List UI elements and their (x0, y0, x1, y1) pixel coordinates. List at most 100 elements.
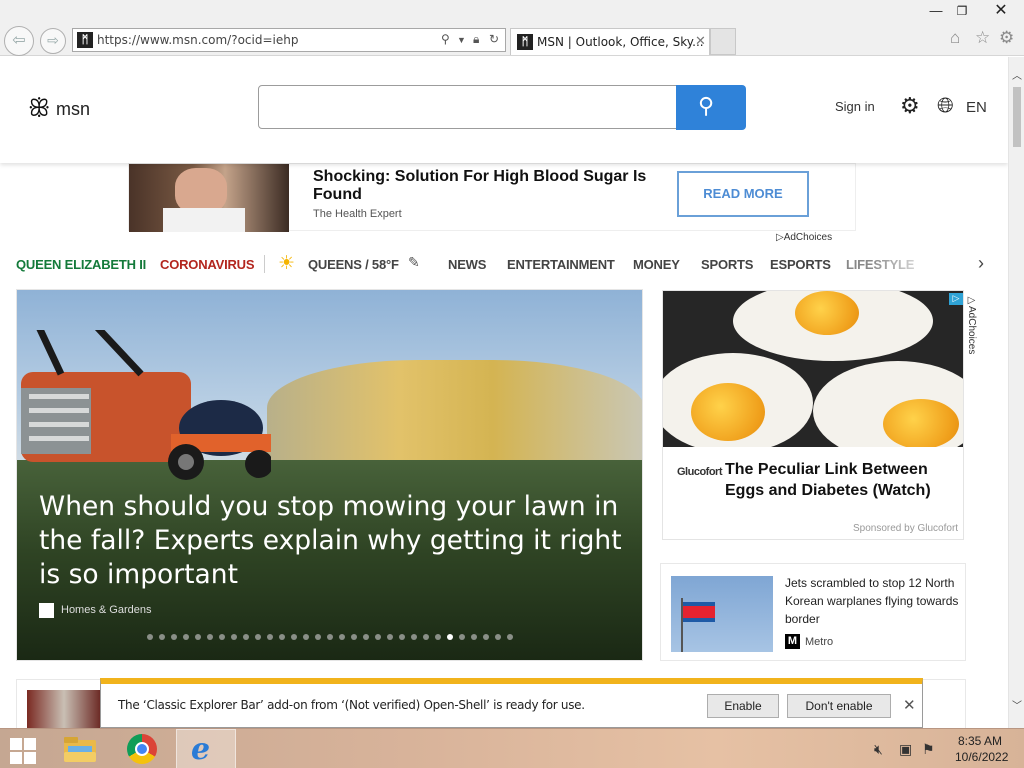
dont-enable-button[interactable]: Don't enable (787, 694, 891, 718)
addon-notification-bar: The ‘Classic Explorer Bar’ add-on from ‘… (100, 678, 923, 728)
enable-button[interactable]: Enable (707, 694, 779, 718)
carousel-dot[interactable] (423, 634, 429, 640)
nav-item-sports[interactable]: SPORTS (701, 257, 753, 272)
globe-icon[interactable]: 🌐︎ (937, 94, 954, 118)
carousel-dot[interactable] (411, 634, 417, 640)
ad-image[interactable] (129, 164, 289, 232)
chevron-right-icon[interactable]: › (978, 253, 984, 274)
scroll-up-icon[interactable]: ︿ (1012, 67, 1022, 82)
close-icon[interactable]: ✕ (903, 696, 916, 714)
carousel-dot[interactable] (279, 634, 285, 640)
news-card[interactable]: Jets scrambled to stop 12 North Korean w… (660, 563, 966, 661)
carousel-dot[interactable] (291, 634, 297, 640)
nav-item-money[interactable]: MONEY (633, 257, 680, 272)
nav-item-entertainment[interactable]: ENTERTAINMENT (507, 257, 615, 272)
side-ad[interactable]: ▷ Glucofort The Peculiar Link Between Eg… (662, 290, 964, 540)
search-icon[interactable]: ⚲ (441, 32, 450, 46)
news-thumbnail[interactable] (671, 576, 773, 652)
carousel-dot[interactable] (483, 634, 489, 640)
carousel-dot[interactable] (339, 634, 345, 640)
ad-info-icon[interactable]: ▷ (949, 293, 963, 305)
search-button[interactable]: ⚲ (676, 85, 746, 130)
tab-msn[interactable]: ᛗ MSN | Outlook, Office, Sky... ✕ (510, 28, 710, 55)
home-icon[interactable]: ⌂ (950, 28, 960, 48)
forward-button[interactable]: ⇨ (40, 28, 66, 54)
carousel-dot[interactable] (459, 634, 465, 640)
tab-close-icon[interactable]: ✕ (695, 33, 706, 49)
hero-headline[interactable]: When should you stop mowing your lawn in… (39, 490, 624, 592)
carousel-dot[interactable] (351, 634, 357, 640)
hero-carousel[interactable]: When should you stop mowing your lawn in… (16, 289, 643, 661)
carousel-dot[interactable] (183, 634, 189, 640)
carousel-dot[interactable] (471, 634, 477, 640)
tools-gear-icon[interactable]: ⚙ (999, 28, 1014, 48)
carousel-dot[interactable] (495, 634, 501, 640)
tab-title: MSN | Outlook, Office, Sky... (537, 35, 704, 49)
adchoices-link[interactable]: ▷AdChoices (776, 232, 832, 243)
search-input[interactable] (258, 85, 678, 129)
carousel-dot[interactable] (399, 634, 405, 640)
new-tab-button[interactable] (710, 28, 736, 55)
carousel-dot[interactable] (507, 634, 513, 640)
settings-gear-icon[interactable]: ⚙ (900, 93, 920, 119)
browser-chrome: — ❐ ✕ ⇦ ⇨ ᛗ https://www.msn.com/?ocid=ie… (0, 0, 1024, 56)
internet-explorer-taskbar-button[interactable]: e (176, 729, 236, 768)
nav-item-news[interactable]: NEWS (448, 257, 486, 272)
scroll-thumb[interactable] (1013, 87, 1021, 147)
dropdown-icon[interactable]: ▼ (457, 35, 466, 45)
top-banner-ad[interactable]: Shocking: Solution For High Blood Sugar … (128, 163, 856, 232)
carousel-dot[interactable] (447, 634, 453, 640)
carousel-dot[interactable] (375, 634, 381, 640)
carousel-dot[interactable] (231, 634, 237, 640)
scroll-down-icon[interactable]: ﹀ (1012, 697, 1022, 712)
carousel-dot[interactable] (363, 634, 369, 640)
edit-pencil-icon[interactable]: ✎ (408, 254, 420, 271)
news-headline[interactable]: Jets scrambled to stop 12 North Korean w… (785, 574, 961, 628)
close-window-button[interactable]: ✕ (985, 0, 1017, 22)
volume-muted-icon[interactable]: 🔇︎ (874, 741, 883, 758)
favorites-star-icon[interactable]: ☆ (975, 28, 990, 48)
carousel-dot[interactable] (327, 634, 333, 640)
carousel-dot[interactable] (195, 634, 201, 640)
ad-headline[interactable]: Shocking: Solution For High Blood Sugar … (313, 168, 653, 204)
carousel-dot[interactable] (315, 634, 321, 640)
msn-logo[interactable]: msn (56, 99, 90, 120)
chrome-icon[interactable] (127, 734, 157, 764)
back-button[interactable]: ⇦ (4, 26, 34, 56)
language-selector[interactable]: EN (966, 99, 987, 116)
carousel-dot[interactable] (267, 634, 273, 640)
carousel-dot[interactable] (207, 634, 213, 640)
restore-button[interactable]: ❐ (946, 0, 978, 22)
carousel-dot[interactable] (387, 634, 393, 640)
clock-time[interactable]: 8:35 AM (958, 734, 1002, 748)
nav-item-weather[interactable]: QUEENS / 58°F (308, 257, 399, 272)
read-more-button[interactable]: READ MORE (677, 171, 809, 217)
sign-in-link[interactable]: Sign in (835, 99, 875, 114)
network-icon[interactable]: ▣ (899, 741, 912, 758)
carousel-dot[interactable] (147, 634, 153, 640)
nav-item-esports[interactable]: ESPORTS (770, 257, 831, 272)
address-bar[interactable]: ᛗ https://www.msn.com/?ocid=iehp ⚲ ▼ 🔒︎ … (72, 28, 506, 52)
msn-butterfly-icon[interactable]: ꕥ (28, 95, 50, 123)
carousel-dot[interactable] (435, 634, 441, 640)
action-center-flag-icon[interactable]: ⚑ (922, 741, 935, 758)
start-button[interactable] (6, 735, 40, 765)
ad-image-eggs[interactable]: ▷ (663, 291, 963, 447)
carousel-dot[interactable] (219, 634, 225, 640)
carousel-dot[interactable] (159, 634, 165, 640)
clock-date[interactable]: 10/6/2022 (955, 750, 1008, 764)
lock-icon[interactable]: 🔒︎ (473, 32, 479, 47)
adchoices-link[interactable]: ▷AdChoices (966, 295, 977, 354)
carousel-dot[interactable] (171, 634, 177, 640)
nav-item-coronavirus[interactable]: CORONAVIRUS (160, 257, 255, 272)
ad-headline[interactable]: The Peculiar Link Between Eggs and Diabe… (725, 459, 961, 501)
file-explorer-icon[interactable] (62, 734, 98, 764)
nav-item-queen-elizabeth[interactable]: QUEEN ELIZABETH II (16, 257, 146, 272)
carousel-dot[interactable] (255, 634, 261, 640)
carousel-dot[interactable] (243, 634, 249, 640)
carousel-dot[interactable] (303, 634, 309, 640)
refresh-icon[interactable]: ↻ (489, 32, 499, 46)
address-text[interactable]: https://www.msn.com/?ocid=iehp (97, 33, 298, 47)
vertical-scrollbar[interactable]: ︿ ﹀ (1008, 57, 1024, 728)
news-thumbnail[interactable] (27, 690, 101, 728)
